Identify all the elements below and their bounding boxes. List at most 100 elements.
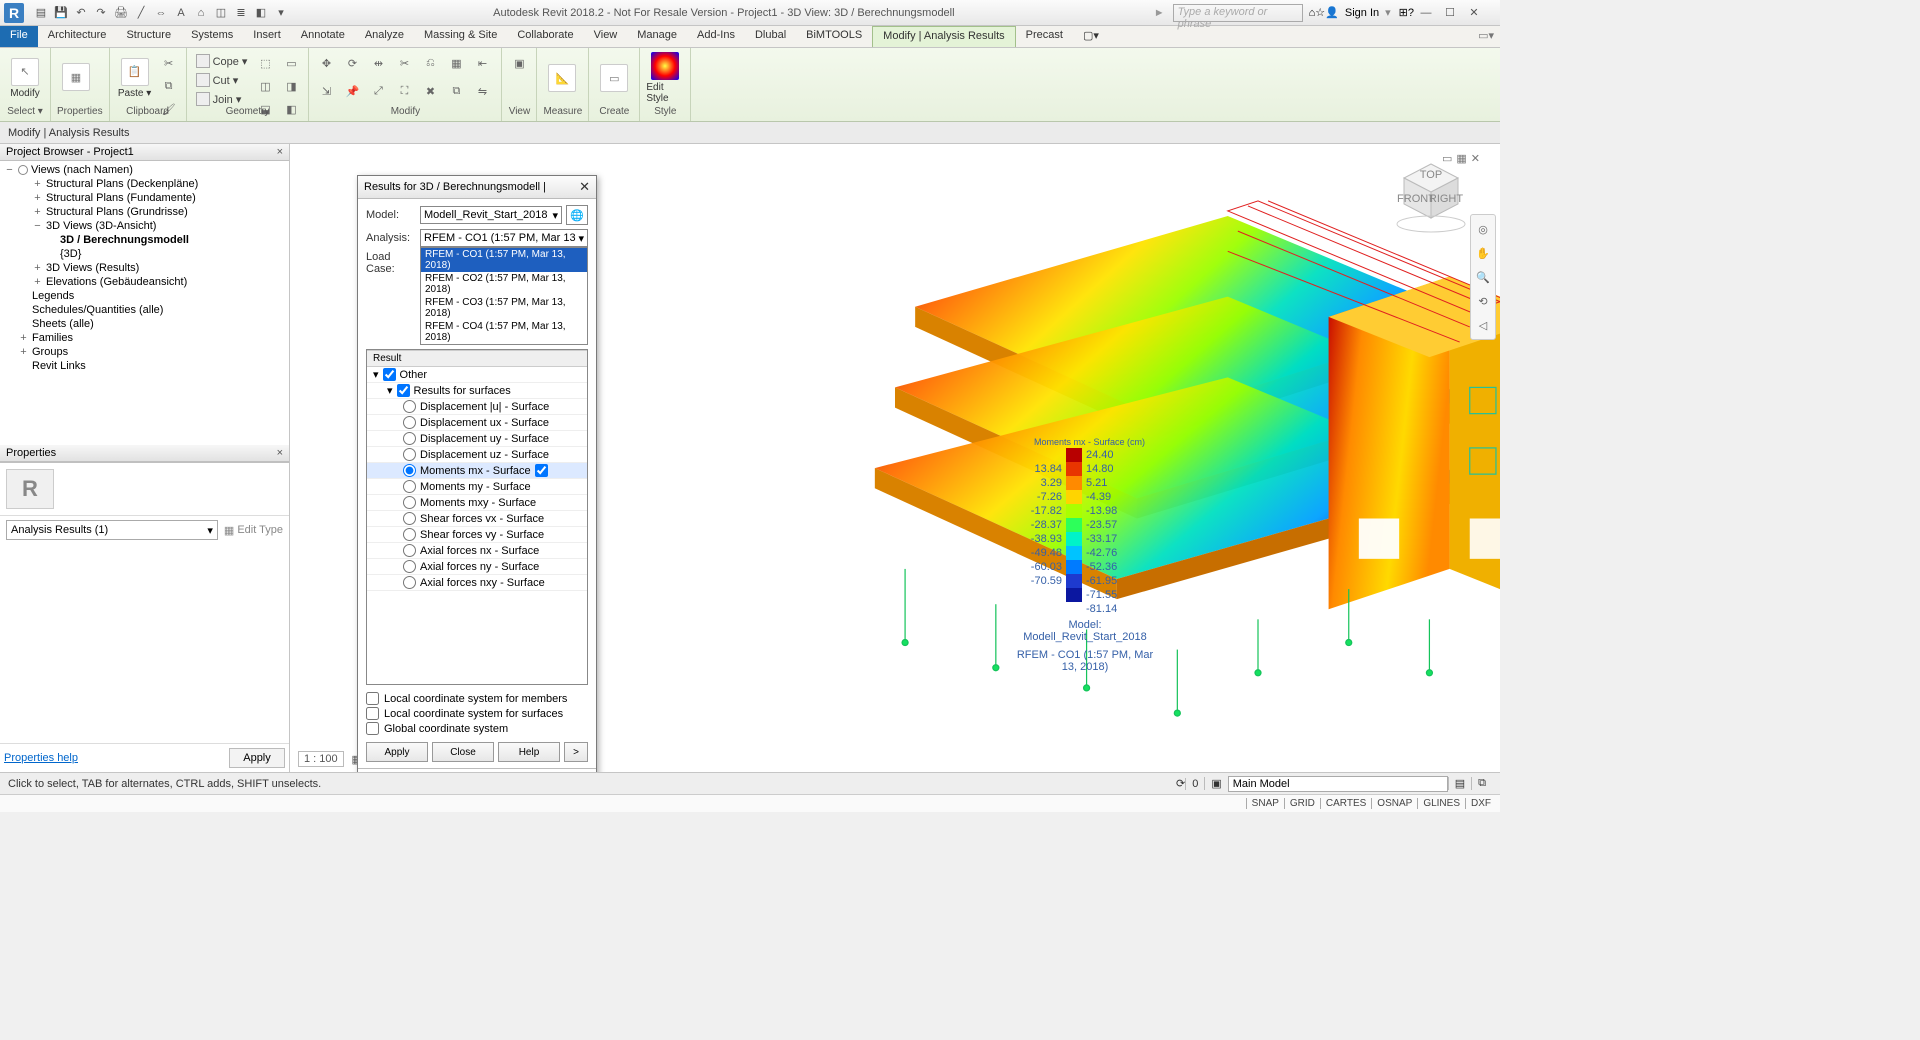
tree-row[interactable]: Schedules/Quantities (alle) xyxy=(4,303,285,317)
rotate-icon[interactable]: ⟳ xyxy=(341,52,363,74)
array-icon[interactable]: ▦ xyxy=(445,52,467,74)
switch-icon[interactable]: ▾ xyxy=(272,4,290,22)
tab-analyze[interactable]: Analyze xyxy=(355,26,414,47)
tree-node-surfaces[interactable]: ▾Results for surfaces xyxy=(367,383,587,399)
search-input[interactable]: Type a keyword or phrase xyxy=(1173,4,1303,22)
worksets-icon[interactable]: ⧉ xyxy=(1471,777,1492,790)
apply-button[interactable]: Apply xyxy=(229,748,285,768)
exchange-icon[interactable]: ⊞ xyxy=(1399,6,1408,19)
text-icon[interactable]: A xyxy=(172,4,190,22)
taskbar-item[interactable]: GRID xyxy=(1284,798,1320,809)
close-button[interactable]: ✕ xyxy=(1462,3,1486,23)
tab-dlubal[interactable]: Dlubal xyxy=(745,26,796,47)
cope-tool[interactable]: Cope ▾ xyxy=(193,52,251,70)
tab-systems[interactable]: Systems xyxy=(181,26,243,47)
geom5-icon[interactable]: ◨ xyxy=(280,75,302,97)
tree-node-other[interactable]: ▾Other xyxy=(367,367,587,383)
tree-row[interactable]: +Families xyxy=(4,331,285,345)
result-row[interactable]: Displacement uy - Surface xyxy=(367,431,587,447)
section-icon[interactable]: ◫ xyxy=(212,4,230,22)
cut-tool[interactable]: Cut ▾ xyxy=(193,71,251,89)
rewind-icon[interactable]: ◁ xyxy=(1473,315,1493,335)
redo-icon[interactable]: ↷ xyxy=(92,4,110,22)
panel-select[interactable]: Select ▾ xyxy=(6,106,44,119)
listbox-item[interactable]: RFEM - CO2 (1:57 PM, Mar 13, 2018) xyxy=(421,272,587,296)
tree-row[interactable]: +Groups xyxy=(4,345,285,359)
tab-addins[interactable]: Add-Ins xyxy=(687,26,745,47)
scale-label[interactable]: 1 : 100 xyxy=(298,751,344,767)
result-row[interactable]: Shear forces vx - Surface xyxy=(367,511,587,527)
dialog-titlebar[interactable]: Results for 3D / Berechnungsmodell | ✕ xyxy=(358,176,596,199)
geom4-icon[interactable]: ▭ xyxy=(280,52,302,74)
properties-tool[interactable]: ▦ xyxy=(57,52,95,104)
result-row[interactable]: Shear forces vy - Surface xyxy=(367,527,587,543)
tab-extra-icon[interactable]: ▢▾ xyxy=(1073,26,1109,47)
align-icon[interactable]: ⇤ xyxy=(471,52,493,74)
result-row[interactable]: Displacement uz - Surface xyxy=(367,447,587,463)
paste-tool[interactable]: 📋Paste ▾ xyxy=(116,52,154,104)
tab-architecture[interactable]: Architecture xyxy=(38,26,117,47)
result-row[interactable]: Moments mx - Surface xyxy=(367,463,587,479)
listbox-item[interactable]: RFEM - CO3 (1:57 PM, Mar 13, 2018) xyxy=(421,296,587,320)
tab-manage[interactable]: Manage xyxy=(627,26,687,47)
apply-button[interactable]: Apply xyxy=(366,742,428,762)
tab-file[interactable]: File xyxy=(0,26,38,47)
close-icon[interactable]: × xyxy=(277,447,283,459)
selection-dropdown[interactable]: Analysis Results (1)▾ xyxy=(6,520,218,540)
copy-clip-icon[interactable]: ⧉ xyxy=(158,75,180,97)
cut-clip-icon[interactable]: ✂ xyxy=(158,52,180,74)
tree-row[interactable]: {3D} xyxy=(4,247,285,261)
close-icon[interactable]: ✕ xyxy=(579,179,590,195)
undo-icon[interactable]: ↶ xyxy=(72,4,90,22)
edit-type-button[interactable]: ▦ Edit Type xyxy=(224,524,283,537)
refresh-model-icon[interactable]: 🌐 xyxy=(566,205,588,225)
geom2-icon[interactable]: ◫ xyxy=(254,75,276,97)
pan-icon[interactable]: ✋ xyxy=(1473,243,1493,263)
tree-row[interactable]: Revit Links xyxy=(4,359,285,373)
filter-icon[interactable]: ▤ xyxy=(1448,777,1471,790)
result-row[interactable]: Axial forces ny - Surface xyxy=(367,559,587,575)
properties-help-link[interactable]: Properties help xyxy=(4,752,78,764)
taskbar-item[interactable]: DXF xyxy=(1465,798,1496,809)
tree-row[interactable]: 3D / Berechnungsmodell xyxy=(4,233,285,247)
thin-lines-icon[interactable]: ≣ xyxy=(232,4,250,22)
tab-annotate[interactable]: Annotate xyxy=(291,26,355,47)
keyapp-icon[interactable]: ⌂ xyxy=(1309,7,1316,19)
close-view-icon[interactable]: ✕ xyxy=(1471,152,1480,165)
view-cube[interactable]: TOP FRONT RIGHT xyxy=(1392,158,1470,236)
result-row[interactable]: Moments mxy - Surface xyxy=(367,495,587,511)
tree-row[interactable]: Sheets (alle) xyxy=(4,317,285,331)
listbox-item[interactable]: RFEM - CO4 (1:57 PM, Mar 13, 2018) xyxy=(421,320,587,344)
minimize-button[interactable]: — xyxy=(1414,3,1438,23)
offset-icon[interactable]: ⇲ xyxy=(315,80,337,102)
model-dropdown[interactable]: Modell_Revit_Start_2018▾ xyxy=(420,206,562,224)
tab-collaborate[interactable]: Collaborate xyxy=(507,26,583,47)
analysis-listbox[interactable]: RFEM - CO1 (1:57 PM, Mar 13, 2018)RFEM -… xyxy=(420,247,588,345)
tree-row[interactable]: +Structural Plans (Deckenpläne) xyxy=(4,177,285,191)
star-icon[interactable]: ☆ xyxy=(1315,6,1325,19)
tab-bimtools[interactable]: BiMTOOLS xyxy=(796,26,872,47)
tree-row[interactable]: +Structural Plans (Grundrisse) xyxy=(4,205,285,219)
help-button[interactable]: Help xyxy=(498,742,560,762)
save-icon[interactable]: 💾 xyxy=(52,4,70,22)
signin-icon[interactable]: 👤 xyxy=(1325,6,1339,19)
view-icon[interactable]: ▣ xyxy=(508,52,530,74)
tab-precast[interactable]: Precast xyxy=(1016,26,1073,47)
split-icon[interactable]: ⎌ xyxy=(419,52,441,74)
maximize-button[interactable]: ☐ xyxy=(1438,3,1462,23)
create-tool[interactable]: ▭ xyxy=(595,52,633,104)
measure-tool[interactable]: 📐 xyxy=(543,52,581,104)
unpin-icon[interactable]: ⛶ xyxy=(393,80,415,102)
mirror-icon[interactable]: ⇹ xyxy=(367,52,389,74)
close-hidden-icon[interactable]: ◧ xyxy=(252,4,270,22)
tab-insert[interactable]: Insert xyxy=(243,26,291,47)
result-tree[interactable]: Result ▾Other ▾Results for surfaces Disp… xyxy=(366,349,588,685)
tab-modify-analysis[interactable]: Modify | Analysis Results xyxy=(872,26,1015,47)
analysis-dropdown[interactable]: RFEM - CO1 (1:57 PM, Mar 13▾ xyxy=(420,229,588,247)
coord-check[interactable]: Global coordinate system xyxy=(366,721,588,736)
coord-check[interactable]: Local coordinate system for members xyxy=(366,691,588,706)
tree-row[interactable]: +3D Views (Results) xyxy=(4,261,285,275)
measure-icon[interactable]: ╱ xyxy=(132,4,150,22)
edit-style-tool[interactable]: Edit Style xyxy=(646,52,684,104)
print-icon[interactable]: 🖨 xyxy=(112,4,130,22)
